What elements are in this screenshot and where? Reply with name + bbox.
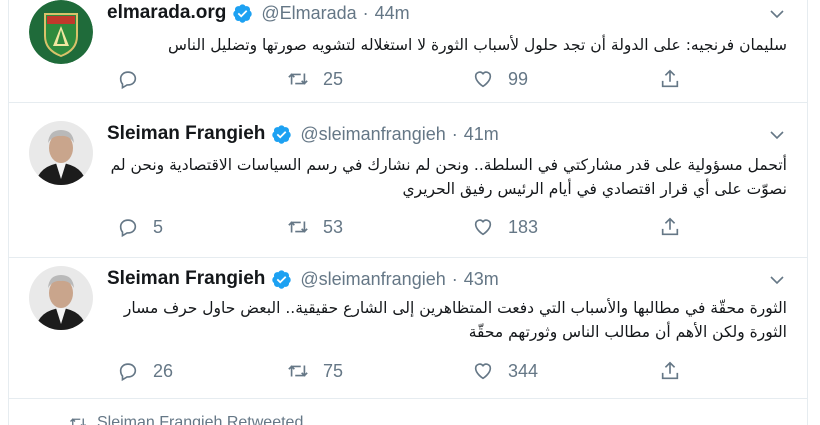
share-button[interactable] xyxy=(659,66,681,92)
reply-button[interactable]: 26 xyxy=(117,358,173,384)
tweet-timestamp[interactable]: 43m xyxy=(464,269,499,290)
author-name[interactable]: Sleiman Frangieh xyxy=(107,123,265,145)
tweet-actions: 26 75 344 xyxy=(107,358,687,384)
share-icon xyxy=(661,217,679,236)
separator-dot: · xyxy=(451,123,458,144)
like-button[interactable]: 344 xyxy=(472,358,538,384)
retweet-icon xyxy=(288,73,308,85)
like-button[interactable]: 99 xyxy=(472,66,528,92)
heart-icon xyxy=(474,219,492,236)
separator-dot: · xyxy=(451,268,458,289)
share-icon xyxy=(661,69,679,88)
avatar[interactable] xyxy=(29,266,93,330)
retweeted-banner[interactable]: Sleiman Frangieh Retweeted xyxy=(69,414,303,425)
author-handle[interactable]: @Elmarada xyxy=(261,3,356,24)
reply-count: 5 xyxy=(153,216,164,237)
reply-count: 26 xyxy=(153,360,174,381)
tweet-actions: 25 99 xyxy=(107,66,687,92)
share-button[interactable] xyxy=(659,358,681,384)
reply-icon xyxy=(119,219,137,238)
like-button[interactable]: 183 xyxy=(472,214,538,240)
like-count: 99 xyxy=(508,68,529,89)
retweet-icon xyxy=(288,221,308,233)
author-handle[interactable]: @sleimanfrangieh xyxy=(300,124,445,145)
tweet-timestamp[interactable]: 41m xyxy=(464,124,499,145)
like-count: 183 xyxy=(508,216,539,237)
share-icon xyxy=(661,361,679,380)
tweet-header: Sleiman Frangieh @sleimanfrangieh · 41m xyxy=(107,123,499,145)
tweet-header: elmarada.org @Elmarada · 44m xyxy=(107,2,410,24)
author-handle[interactable]: @sleimanfrangieh xyxy=(300,269,445,290)
author-name[interactable]: elmarada.org xyxy=(107,2,226,24)
tweet-text: أتحمل مسؤولية على قدر مشاركتي في السلطة.… xyxy=(110,156,787,198)
retweet-button[interactable]: 75 xyxy=(287,358,343,384)
retweet-button[interactable]: 53 xyxy=(287,214,343,240)
retweet-button[interactable]: 25 xyxy=(287,66,343,92)
reply-icon xyxy=(119,71,137,90)
avatar[interactable] xyxy=(29,0,93,64)
tweet[interactable]: Sleiman Frangieh @sleimanfrangieh · 41m … xyxy=(9,103,807,258)
heart-icon xyxy=(474,363,492,380)
verified-badge-icon xyxy=(271,269,292,290)
separator-dot: · xyxy=(362,2,369,23)
tweet-header: Sleiman Frangieh @sleimanfrangieh · 43m xyxy=(107,268,499,290)
retweet-count: 53 xyxy=(323,216,344,237)
verified-badge-icon xyxy=(271,124,292,145)
author-name[interactable]: Sleiman Frangieh xyxy=(107,268,265,290)
tweet-text: الثورة محقّة في مطالبها والأسباب التي دف… xyxy=(123,299,787,341)
chevron-down-icon[interactable] xyxy=(769,127,785,143)
chevron-down-icon[interactable] xyxy=(769,6,785,22)
retweeted-label: Sleiman Frangieh Retweeted xyxy=(97,414,304,425)
avatar[interactable] xyxy=(29,121,93,185)
retweet-icon xyxy=(288,365,308,377)
timeline: elmarada.org @Elmarada · 44m سليمان فرنج… xyxy=(8,0,808,425)
reply-icon xyxy=(119,363,137,382)
tweet-text: سليمان فرنجيه: على الدولة أن تجد حلول لأ… xyxy=(168,36,787,54)
retweet-count: 25 xyxy=(323,68,344,89)
verified-badge-icon xyxy=(232,3,253,24)
reply-button[interactable]: 5 xyxy=(117,214,163,240)
tweet-actions: 5 53 183 xyxy=(107,214,687,240)
like-count: 344 xyxy=(508,360,539,381)
share-button[interactable] xyxy=(659,214,681,240)
reply-button[interactable] xyxy=(117,66,153,92)
tweet-timestamp[interactable]: 44m xyxy=(375,3,410,24)
heart-icon xyxy=(474,71,492,88)
tweet[interactable]: elmarada.org @Elmarada · 44m سليمان فرنج… xyxy=(9,0,807,103)
chevron-down-icon[interactable] xyxy=(769,272,785,288)
tweet[interactable]: Sleiman Frangieh @sleimanfrangieh · 43m … xyxy=(9,258,807,399)
retweet-icon xyxy=(70,418,86,425)
retweet-count: 75 xyxy=(323,360,344,381)
